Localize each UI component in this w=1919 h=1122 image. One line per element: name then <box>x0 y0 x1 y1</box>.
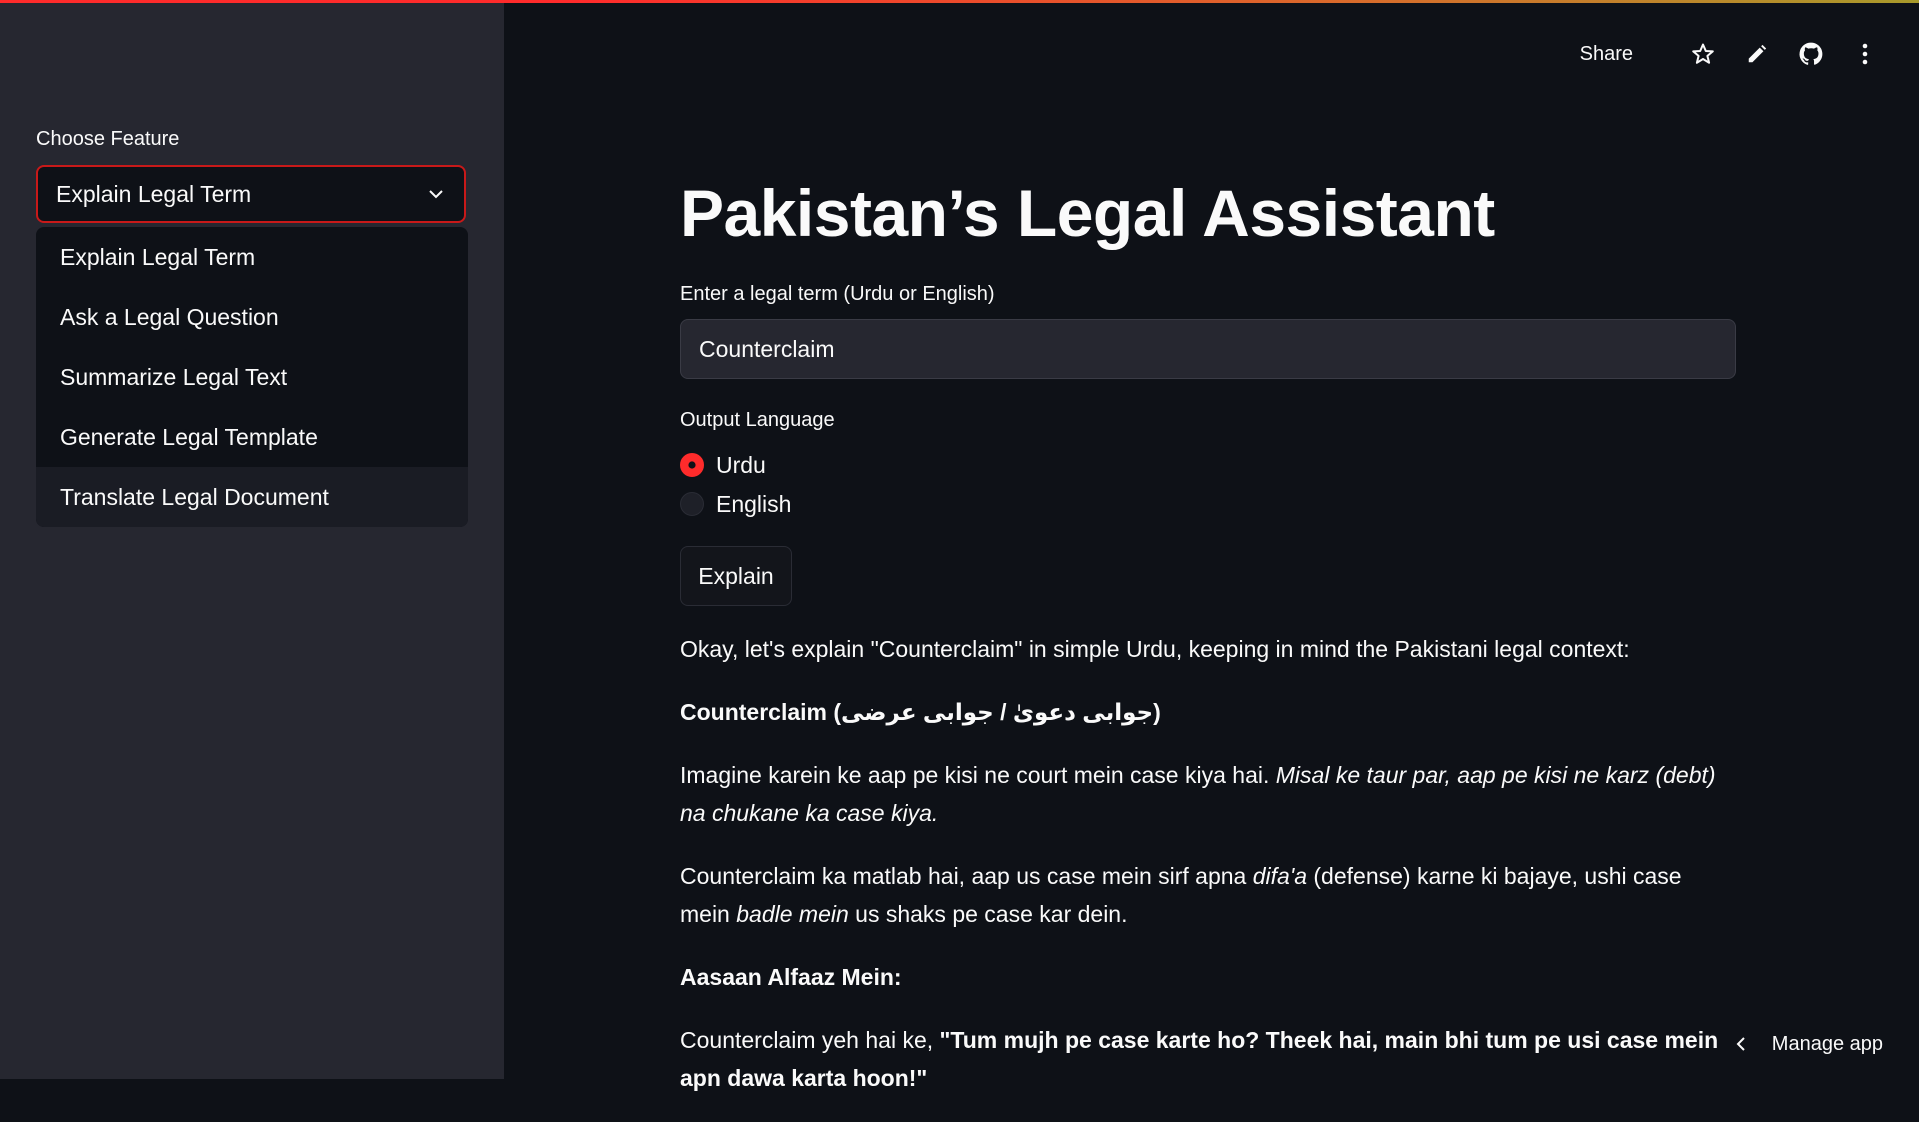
p2-e: us shaks pe case kar dein. <box>849 901 1128 927</box>
radio-english[interactable]: English <box>680 490 791 518</box>
radio-urdu[interactable]: Urdu <box>680 451 766 479</box>
more-vertical-icon[interactable] <box>1851 40 1879 68</box>
response-intro: Okay, let's explain "Counterclaim" in si… <box>680 630 1730 668</box>
p1-plain: Imagine karein ke aap pe kisi ne court m… <box>680 762 1276 788</box>
manage-app-button[interactable]: Manage app <box>1734 1024 1883 1064</box>
chevron-down-icon <box>428 186 444 202</box>
page-title: Pakistan’s Legal Assistant <box>680 175 1495 251</box>
response-heading-text: Counterclaim (جوابی دعویٰ / جوابی عرضی) <box>680 699 1161 725</box>
github-icon[interactable] <box>1797 40 1825 68</box>
output-language-label: Output Language <box>680 409 835 432</box>
share-button[interactable]: Share <box>1580 43 1633 66</box>
feature-dropdown-menu: Explain Legal Term Ask a Legal Question … <box>36 227 468 527</box>
radio-urdu-indicator[interactable] <box>680 453 704 477</box>
legal-term-label: Enter a legal term (Urdu or English) <box>680 283 995 306</box>
radio-english-label: English <box>716 491 791 518</box>
response-paragraph-1: Imagine karein ke aap pe kisi ne court m… <box>680 756 1730 832</box>
p2-d: badle mein <box>736 901 849 927</box>
radio-urdu-label: Urdu <box>716 452 766 479</box>
option-generate-legal-template[interactable]: Generate Legal Template <box>36 407 468 467</box>
legal-term-input[interactable] <box>680 319 1736 379</box>
header-actions: Share <box>1580 38 1879 70</box>
option-translate-legal-document[interactable]: Translate Legal Document <box>36 467 468 527</box>
sidebar: Choose Feature Explain Legal Term Explai… <box>0 3 504 1079</box>
p3-plain: Counterclaim yeh hai ke, <box>680 1027 940 1053</box>
feature-select[interactable]: Explain Legal Term <box>36 165 466 223</box>
chevron-left-icon <box>1734 1037 1748 1051</box>
response-content: Okay, let's explain "Counterclaim" in si… <box>680 630 1730 1122</box>
option-summarize-legal-text[interactable]: Summarize Legal Text <box>36 347 468 407</box>
response-paragraph-3: Counterclaim yeh hai ke, "Tum mujh pe ca… <box>680 1021 1730 1097</box>
feature-select-value: Explain Legal Term <box>56 181 251 208</box>
star-icon[interactable] <box>1689 40 1717 68</box>
option-ask-legal-question[interactable]: Ask a Legal Question <box>36 287 468 347</box>
option-explain-legal-term[interactable]: Explain Legal Term <box>36 227 468 287</box>
p2-a: Counterclaim ka matlab hai, aap us case … <box>680 863 1253 889</box>
response-subheading-text: Aasaan Alfaaz Mein: <box>680 964 902 990</box>
choose-feature-label: Choose Feature <box>36 128 179 151</box>
response-subheading: Aasaan Alfaaz Mein: <box>680 958 1730 996</box>
manage-app-label: Manage app <box>1772 1033 1883 1056</box>
response-heading: Counterclaim (جوابی دعویٰ / جوابی عرضی) <box>680 693 1730 731</box>
pencil-icon[interactable] <box>1743 40 1771 68</box>
response-paragraph-2: Counterclaim ka matlab hai, aap us case … <box>680 857 1730 933</box>
radio-english-indicator[interactable] <box>680 492 704 516</box>
p2-b: difa'a <box>1253 863 1307 889</box>
explain-button[interactable]: Explain <box>680 546 792 606</box>
